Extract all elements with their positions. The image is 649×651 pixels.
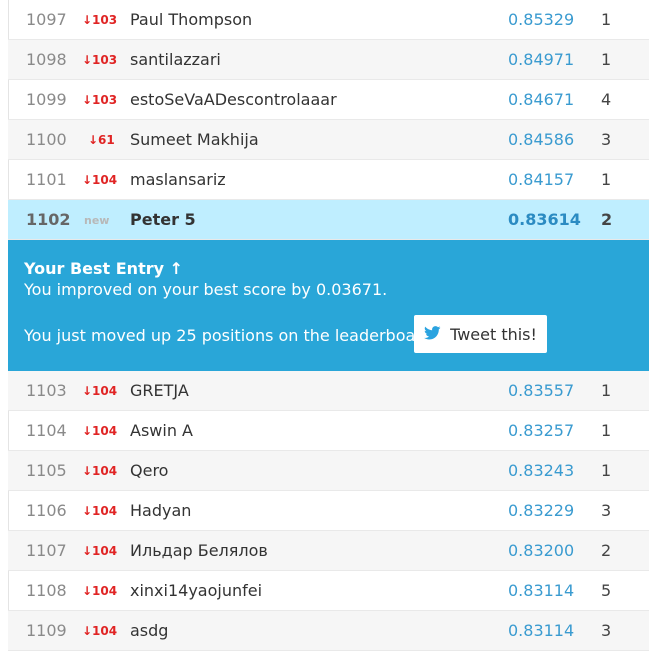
- rank-change: ↓103: [82, 93, 118, 107]
- entries-count: 1: [601, 170, 612, 189]
- team-name[interactable]: xinxi14yaojunfei: [130, 581, 262, 600]
- rank: 1103: [26, 381, 67, 400]
- score[interactable]: 0.83257: [508, 421, 574, 440]
- score[interactable]: 0.84971: [508, 50, 574, 69]
- rank: 1101: [26, 170, 67, 189]
- score[interactable]: 0.85329: [508, 10, 574, 29]
- leaderboard-row: 1097 ↓103 Paul Thompson 0.85329 1: [8, 0, 649, 40]
- entries-count: 3: [601, 501, 612, 520]
- tweet-button-label: Tweet this!: [450, 324, 537, 344]
- entries-count: 4: [601, 90, 612, 109]
- rank: 1107: [26, 541, 67, 560]
- score[interactable]: 0.83200: [508, 541, 574, 560]
- rank-change: ↓104: [82, 464, 118, 478]
- team-name[interactable]: Paul Thompson: [130, 10, 252, 29]
- entries-count: 1: [601, 10, 612, 29]
- team-name[interactable]: Qero: [130, 461, 168, 480]
- team-name[interactable]: asdg: [130, 621, 168, 640]
- twitter-bird-icon: [424, 325, 450, 344]
- entries-count: 2: [601, 541, 612, 560]
- team-name[interactable]: Aswin A: [130, 421, 193, 440]
- entries-count: 1: [601, 381, 612, 400]
- entries-count: 1: [601, 461, 612, 480]
- entries-count: 2: [601, 210, 613, 229]
- rank-change: ↓103: [82, 13, 118, 27]
- leaderboard: 1097 ↓103 Paul Thompson 0.85329 1 1098 ↓…: [8, 0, 649, 651]
- entries-count: 3: [601, 130, 612, 149]
- score[interactable]: 0.83229: [508, 501, 574, 520]
- entries-count: 3: [601, 621, 612, 640]
- score[interactable]: 0.84671: [508, 90, 574, 109]
- leaderboard-row: 1098 ↓103 santilazzari 0.84971 1: [8, 40, 649, 80]
- score[interactable]: 0.83557: [508, 381, 574, 400]
- rank-change: ↓104: [82, 384, 118, 398]
- rank-change: ↓104: [82, 424, 118, 438]
- rank: 1108: [26, 581, 67, 600]
- leaderboard-row: 1106 ↓104 Hadyan 0.83229 3: [8, 491, 649, 531]
- rank: 1102: [26, 210, 71, 229]
- banner-title: Your Best Entry ↑: [24, 259, 184, 278]
- leaderboard-row: 1099 ↓103 estoSeVaADescontrolaaar 0.8467…: [8, 80, 649, 120]
- rank: 1100: [26, 130, 67, 149]
- rank: 1098: [26, 50, 67, 69]
- team-name[interactable]: estoSeVaADescontrolaaar: [130, 90, 337, 109]
- rank-change: ↓61: [88, 133, 115, 147]
- score[interactable]: 0.84157: [508, 170, 574, 189]
- team-name[interactable]: Ильдар Белялов: [130, 541, 268, 560]
- leaderboard-row: 1103 ↓104 GRETJA 0.83557 1: [8, 371, 649, 411]
- team-name[interactable]: Peter 5: [130, 210, 196, 229]
- score[interactable]: 0.84586: [508, 130, 574, 149]
- leaderboard-row: 1108 ↓104 xinxi14yaojunfei 0.83114 5: [8, 571, 649, 611]
- leaderboard-row: 1105 ↓104 Qero 0.83243 1: [8, 451, 649, 491]
- leaderboard-row: 1100 ↓61 Sumeet Makhija 0.84586 3: [8, 120, 649, 160]
- rank: 1097: [26, 10, 67, 29]
- team-name[interactable]: GRETJA: [130, 381, 189, 400]
- team-name[interactable]: santilazzari: [130, 50, 221, 69]
- rank-change-new-badge: new: [84, 214, 110, 227]
- my-leaderboard-row: 1102 new Peter 5 0.83614 2: [8, 200, 649, 240]
- rank: 1104: [26, 421, 67, 440]
- rank-change: ↓104: [82, 173, 118, 187]
- score[interactable]: 0.83243: [508, 461, 574, 480]
- leaderboard-row: 1101 ↓104 maslansariz 0.84157 1: [8, 160, 649, 200]
- score[interactable]: 0.83114: [508, 621, 574, 640]
- leaderboard-row: 1104 ↓104 Aswin A 0.83257 1: [8, 411, 649, 451]
- team-name[interactable]: Sumeet Makhija: [130, 130, 259, 149]
- rank-change: ↓104: [82, 584, 118, 598]
- rank-change: ↓104: [82, 504, 118, 518]
- improvement-message: You improved on your best score by 0.036…: [24, 280, 388, 299]
- rank: 1099: [26, 90, 67, 109]
- score[interactable]: 0.83614: [508, 210, 581, 229]
- rank: 1109: [26, 621, 67, 640]
- score[interactable]: 0.83114: [508, 581, 574, 600]
- leaderboard-row: 1107 ↓104 Ильдар Белялов 0.83200 2: [8, 531, 649, 571]
- rank: 1106: [26, 501, 67, 520]
- rank-change: ↓104: [82, 544, 118, 558]
- rank-change: ↓104: [82, 624, 118, 638]
- entries-count: 1: [601, 421, 612, 440]
- position-message: You just moved up 25 positions on the le…: [24, 326, 437, 345]
- tweet-button[interactable]: Tweet this!: [414, 315, 547, 353]
- rank: 1105: [26, 461, 67, 480]
- leaderboard-row: 1109 ↓104 asdg 0.83114 3: [8, 611, 649, 651]
- best-entry-banner: Your Best Entry ↑ You improved on your b…: [8, 240, 649, 371]
- rank-change: ↓103: [82, 53, 118, 67]
- entries-count: 1: [601, 50, 612, 69]
- team-name[interactable]: maslansariz: [130, 170, 226, 189]
- entries-count: 5: [601, 581, 612, 600]
- team-name[interactable]: Hadyan: [130, 501, 191, 520]
